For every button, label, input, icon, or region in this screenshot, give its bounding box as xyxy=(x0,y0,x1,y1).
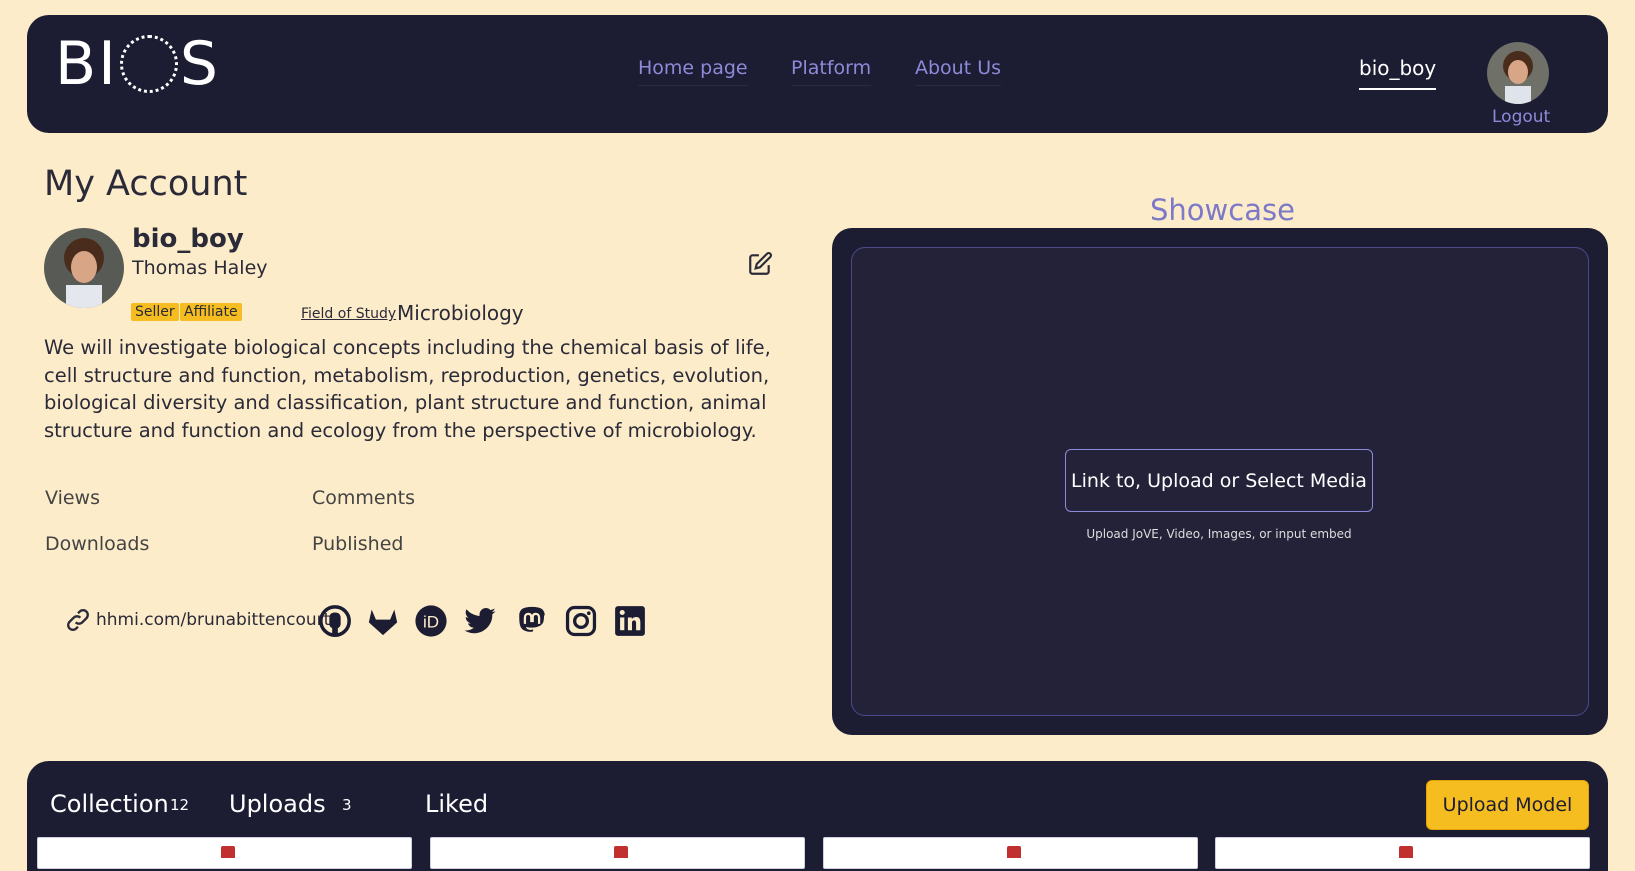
collection-count: 12 xyxy=(170,796,190,814)
model-thumbnail xyxy=(1399,846,1413,858)
logo-text-right: S xyxy=(179,29,220,99)
uploads-count: 3 xyxy=(342,796,352,814)
header-username[interactable]: bio_boy xyxy=(1359,56,1437,90)
stat-views: Views xyxy=(45,487,100,509)
profile-website[interactable]: hhmi.com/brunabittencourt xyxy=(64,606,330,634)
stat-downloads: Downloads xyxy=(45,533,150,555)
tab-collection[interactable]: Collection xyxy=(50,790,169,818)
linkedin-icon[interactable] xyxy=(613,604,647,638)
instagram-icon[interactable] xyxy=(564,604,598,638)
logo-ring-icon xyxy=(119,35,178,93)
profile-avatar xyxy=(44,228,124,308)
media-hint: Upload JoVE, Video, Images, or input emb… xyxy=(1086,527,1352,541)
user-avatar[interactable] xyxy=(1487,42,1549,104)
nav-platform[interactable]: Platform xyxy=(791,57,872,86)
model-card[interactable] xyxy=(1215,837,1590,869)
github-icon[interactable] xyxy=(318,604,352,638)
field-of-study-value: Microbiology xyxy=(397,301,524,325)
tab-liked[interactable]: Liked xyxy=(425,790,488,818)
model-thumbnail xyxy=(614,846,628,858)
model-thumbnail xyxy=(221,846,235,858)
select-media-button[interactable]: Link to, Upload or Select Media xyxy=(1065,449,1373,512)
profile-name: Thomas Haley xyxy=(132,257,268,279)
stat-comments: Comments xyxy=(312,487,415,509)
model-card[interactable] xyxy=(823,837,1198,869)
nav-home-page[interactable]: Home page xyxy=(638,57,748,86)
logo-text-left: BI xyxy=(55,29,118,99)
badge-seller: Seller xyxy=(131,303,179,321)
nav-about-us[interactable]: About Us xyxy=(915,57,1002,86)
svg-text:iD: iD xyxy=(423,612,439,631)
page-title: My Account xyxy=(44,164,248,204)
profile-handle: bio_boy xyxy=(132,224,244,254)
showcase-title: Showcase xyxy=(1150,193,1295,227)
upload-model-button[interactable]: Upload Model xyxy=(1426,780,1589,830)
badge-affiliate: Affiliate xyxy=(180,303,242,321)
orcid-icon[interactable]: iD xyxy=(414,604,448,638)
tab-uploads[interactable]: Uploads xyxy=(229,790,326,818)
bios-logo[interactable]: BI S xyxy=(55,34,220,94)
stat-published: Published xyxy=(312,533,404,555)
website-link-text: hhmi.com/brunabittencourt xyxy=(96,610,331,630)
model-thumbnail xyxy=(1007,846,1021,858)
profile-bio: We will investigate biological concepts … xyxy=(44,336,771,442)
twitter-icon[interactable] xyxy=(463,604,497,638)
link-icon xyxy=(67,609,89,631)
model-card[interactable] xyxy=(37,837,412,869)
model-card[interactable] xyxy=(430,837,805,869)
gitlab-icon[interactable] xyxy=(366,604,400,638)
field-of-study-label: Field of Study xyxy=(301,306,397,322)
edit-icon[interactable] xyxy=(747,251,773,277)
mastodon-icon[interactable] xyxy=(515,604,549,638)
logout-link[interactable]: Logout xyxy=(1492,107,1550,127)
